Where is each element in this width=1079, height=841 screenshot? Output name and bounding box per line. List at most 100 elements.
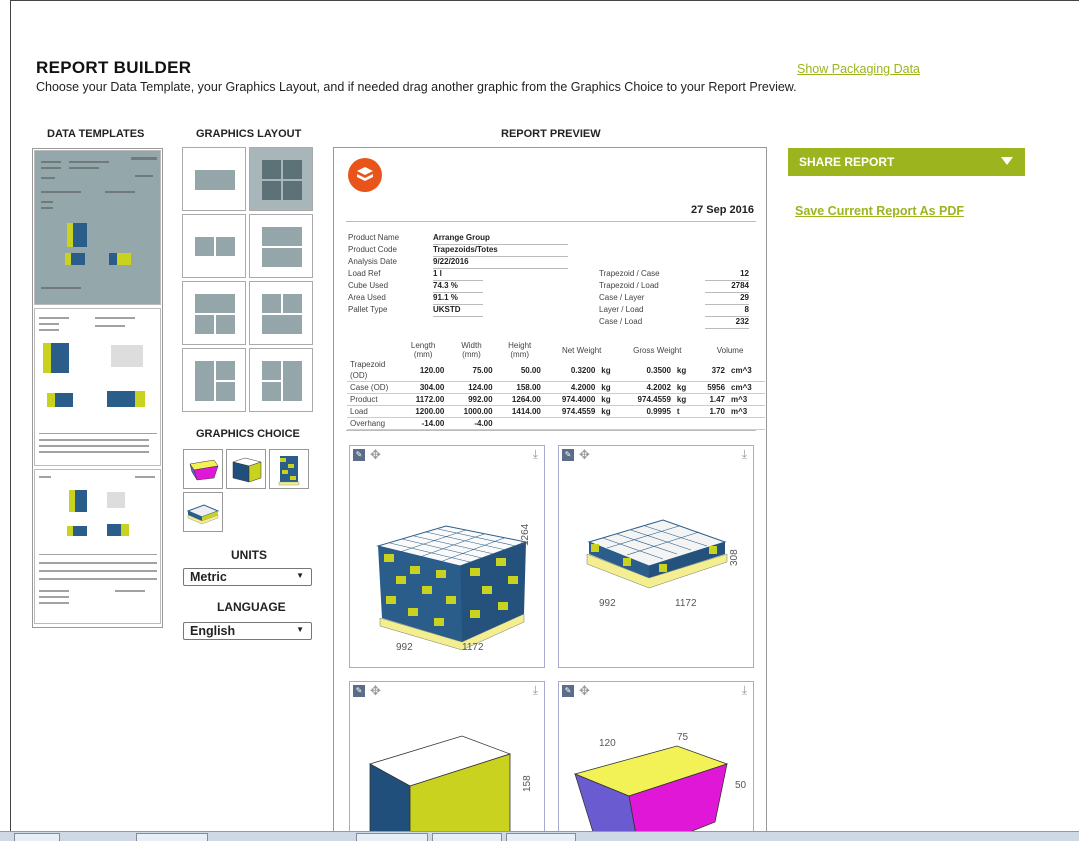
- table-row: Load 1200.00 1000.00 1414.00 974.4559 kg 0.999…: [347, 405, 765, 418]
- page-title: REPORT BUILDER: [36, 58, 192, 77]
- layout-option-left-wide[interactable]: [182, 348, 246, 412]
- template-thumbnail-1[interactable]: [34, 150, 161, 305]
- table-cell: kg: [598, 393, 620, 406]
- table-header: Volume: [716, 345, 744, 355]
- share-report-button[interactable]: SHARE REPORT: [788, 148, 1025, 176]
- field-label: Trapezoid / Case: [599, 269, 660, 278]
- window-frame-top: [10, 0, 1079, 1]
- download-icon[interactable]: ⤓: [742, 447, 747, 462]
- layout-option-single[interactable]: [182, 147, 246, 211]
- table-cell: 50.00: [495, 359, 544, 382]
- table-cell: -14.00: [399, 417, 448, 430]
- table-cell: kg: [673, 359, 696, 382]
- table-cell: [495, 417, 544, 430]
- trapezoid-icon: [189, 459, 219, 481]
- taskbar-button[interactable]: [356, 833, 428, 841]
- layer-graphic: [586, 519, 728, 589]
- table-header: Length (mm): [410, 341, 436, 359]
- table-cell: 992.00: [447, 393, 496, 406]
- dimension-label-h: 158: [522, 775, 533, 792]
- table-cell: kg: [673, 381, 696, 394]
- table-cell: 5956: [695, 381, 729, 394]
- dimension-label-b: 1172: [675, 598, 697, 609]
- graphic-choice-trapezoid[interactable]: [183, 449, 223, 489]
- units-select[interactable]: Metric ▼: [183, 568, 312, 586]
- layout-option-top-wide-two-bottom[interactable]: [182, 281, 246, 345]
- move-icon[interactable]: ✥: [579, 683, 590, 699]
- graphic-choice-layer[interactable]: [183, 492, 223, 532]
- language-select[interactable]: English ▼: [183, 622, 312, 640]
- table-cell: Trapezoid (OD): [347, 359, 399, 382]
- case-icon: [232, 457, 262, 483]
- table-cell: 120.00: [399, 359, 448, 382]
- table-cell: 372: [695, 359, 729, 382]
- taskbar-button[interactable]: [14, 833, 60, 841]
- edit-icon[interactable]: ✎: [562, 449, 574, 461]
- table-cell: [619, 417, 674, 430]
- table-header: Height (mm): [508, 341, 532, 359]
- download-icon[interactable]: ⤓: [742, 683, 747, 698]
- layout-option-two-side[interactable]: [182, 214, 246, 278]
- trapezoid-graphic: [573, 745, 729, 841]
- layout-option-four-grid[interactable]: [249, 147, 313, 211]
- share-report-label: SHARE REPORT: [799, 155, 895, 169]
- move-icon[interactable]: ✥: [370, 683, 381, 699]
- taskbar-button[interactable]: [136, 833, 208, 841]
- layer-icon: [186, 504, 220, 525]
- table-cell: 75.00: [447, 359, 496, 382]
- graphics-choice-heading: GRAPHICS CHOICE: [196, 428, 300, 440]
- layout-option-two-top-wide-bottom[interactable]: [249, 281, 313, 345]
- save-pdf-link[interactable]: Save Current Report As PDF: [795, 204, 964, 218]
- language-heading: LANGUAGE: [217, 600, 286, 614]
- language-selected-value: English: [190, 624, 236, 638]
- table-cell: t: [673, 405, 696, 418]
- template-thumbnail-2[interactable]: [34, 308, 161, 466]
- table-cell: 158.00: [495, 381, 544, 394]
- move-icon[interactable]: ✥: [579, 447, 590, 463]
- field-label: Product Code: [348, 245, 397, 254]
- chevron-down-icon: [1001, 157, 1013, 165]
- show-packaging-data-link[interactable]: Show Packaging Data: [797, 62, 920, 76]
- taskbar-button[interactable]: [432, 833, 502, 841]
- edit-icon[interactable]: ✎: [562, 685, 574, 697]
- graphic-choice-case[interactable]: [226, 449, 266, 489]
- table-cell: [598, 417, 620, 430]
- download-icon[interactable]: ⤓: [533, 683, 538, 698]
- data-templates-list: [32, 148, 163, 628]
- taskbar-button[interactable]: [506, 833, 576, 841]
- table-cell: [695, 417, 729, 430]
- graphic-choice-pallet-load[interactable]: [269, 449, 309, 489]
- units-heading: UNITS: [231, 548, 267, 562]
- field-label: Load Ref: [348, 269, 381, 278]
- field-label: Analysis Date: [348, 257, 397, 266]
- table-cell: 974.4000: [543, 393, 599, 406]
- field-label: Cube Used: [348, 281, 389, 290]
- dimensions-table: Length (mm) Width (mm) Height (mm) Net Weight G…: [347, 341, 765, 430]
- table-header: Width (mm): [461, 341, 482, 359]
- table-cell: Overhang: [347, 417, 399, 430]
- layout-option-right-wide[interactable]: [249, 348, 313, 412]
- template-thumbnail-3[interactable]: [34, 469, 161, 624]
- table-cell: 0.3500: [619, 359, 674, 382]
- graphic-panel-load: ✎ ✥ ⤓ 992 1172 1264: [349, 445, 545, 668]
- table-cell: 0.9995: [619, 405, 674, 418]
- graphics-layout-heading: GRAPHICS LAYOUT: [196, 128, 302, 140]
- move-icon[interactable]: ✥: [370, 447, 381, 463]
- layout-option-two-stacked[interactable]: [249, 214, 313, 278]
- table-row: Case (OD) 304.00 124.00 158.00 4.2000 kg 4.200…: [347, 381, 765, 394]
- table-cell: Case (OD): [347, 381, 399, 394]
- table-cell: Load: [347, 405, 399, 418]
- units-selected-value: Metric: [190, 570, 227, 584]
- download-icon[interactable]: ⤓: [533, 447, 538, 462]
- page-subtitle: Choose your Data Template, your Graphics…: [36, 80, 797, 94]
- table-header: Net Weight: [561, 345, 602, 355]
- table-cell: [543, 417, 599, 430]
- edit-icon[interactable]: ✎: [353, 685, 365, 697]
- dimension-label-h: 308: [729, 549, 740, 566]
- field-label: Case / Load: [599, 317, 643, 326]
- table-cell: 4.2002: [619, 381, 674, 394]
- graphic-panel-case: ✎ ✥ ⤓ 158: [349, 681, 545, 841]
- edit-icon[interactable]: ✎: [353, 449, 365, 461]
- dropdown-arrow-icon: ▼: [296, 625, 304, 634]
- table-cell: [673, 417, 696, 430]
